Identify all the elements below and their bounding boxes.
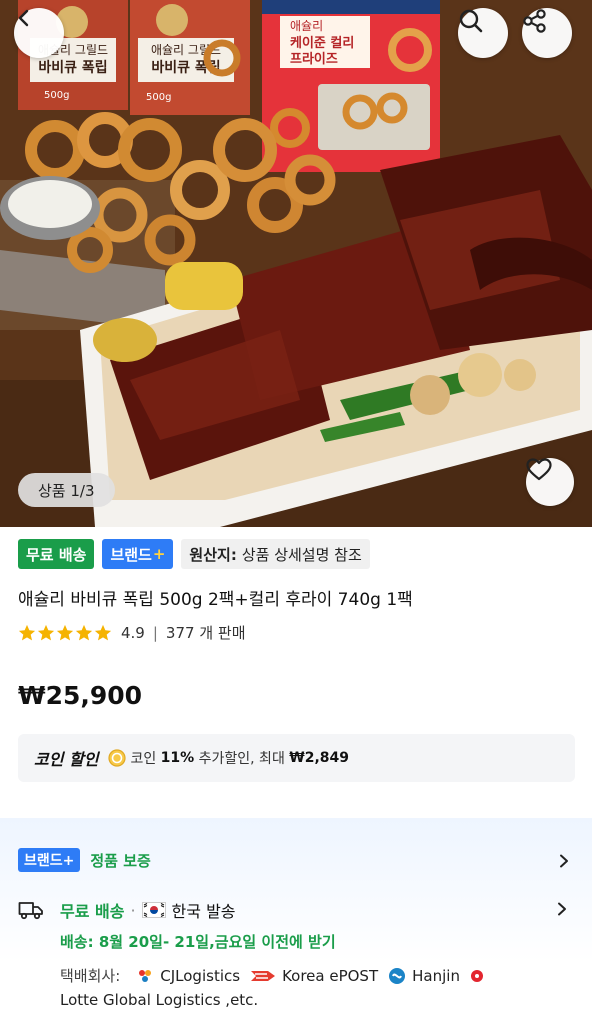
- share-icon: [523, 9, 546, 33]
- origin-value: 상품 상세설명 참조: [241, 545, 362, 564]
- star-rating: [18, 624, 112, 642]
- brand-guarantee-text: 정품 보증: [90, 851, 151, 870]
- star-icon: [75, 624, 93, 640]
- carrier-list: 택배회사: CJLogistics Korea ePOST Hanjin Lot…: [60, 964, 580, 1012]
- package-2: 애슐리 그릴드 바비큐 폭립 500g: [130, 0, 250, 115]
- badge-row: 무료 배송 브랜드 + 원산지: 상품 상세설명 참조: [18, 539, 370, 569]
- chevron-left-icon: [18, 9, 29, 27]
- rating-separator: |: [152, 623, 158, 642]
- product-image-carousel[interactable]: 애슐리 그릴드 바비큐 폭립 500g 애슐리 그릴드 바비큐 폭립 500g …: [0, 0, 592, 527]
- origin-badge: 원산지: 상품 상세설명 참조: [181, 539, 370, 569]
- image-counter: 상품 1/3: [18, 473, 115, 507]
- ship-origin: 한국 발송: [171, 902, 236, 921]
- chevron-right-icon[interactable]: [555, 902, 569, 916]
- package-2-weight: 500g: [146, 92, 171, 103]
- separator-dot: ·: [130, 900, 136, 920]
- carrier-lotte: Lotte Global Logistics ,etc.: [60, 991, 259, 1009]
- rating-value: 4.9: [121, 623, 145, 642]
- chevron-right-icon[interactable]: [557, 854, 571, 868]
- package-1-name: 바비큐 폭립: [38, 60, 107, 76]
- lotte-logo-icon: [470, 970, 483, 982]
- star-icon: [94, 624, 112, 640]
- korea-post-logo-icon: [251, 971, 276, 981]
- rating-row[interactable]: 4.9 | 377 개 판매: [18, 622, 246, 643]
- package-1-weight: 500g: [44, 90, 69, 101]
- star-icon: [56, 624, 74, 640]
- brand-badge: 브랜드 +: [102, 539, 174, 569]
- wishlist-button[interactable]: [526, 458, 574, 506]
- coin-icon: [108, 749, 127, 767]
- package-3-name-2: 프라이즈: [290, 51, 338, 67]
- search-icon: [459, 9, 483, 33]
- sales-count: 377 개 판매: [165, 624, 246, 642]
- truck-icon: [18, 902, 43, 920]
- cj-logo-icon: [139, 970, 152, 982]
- carrier-cj: CJLogistics: [160, 967, 241, 985]
- package-3-name-1: 케이준 컬리: [290, 35, 354, 51]
- search-button[interactable]: [458, 8, 508, 58]
- coin-max: ₩2,849: [289, 750, 350, 766]
- product-photo: 애슐리 그릴드 바비큐 폭립 500g 애슐리 그릴드 바비큐 폭립 500g …: [0, 0, 592, 527]
- brand-badge-label: 브랜드: [110, 545, 152, 564]
- free-shipping-text: 무료 배송: [60, 902, 125, 921]
- shipping-row[interactable]: 무료 배송 · 한국 발송: [18, 898, 236, 922]
- star-icon: [18, 624, 36, 640]
- brand-badge-plus: +: [152, 545, 166, 563]
- hanjin-logo-icon: [389, 968, 406, 984]
- free-shipping-badge: 무료 배송: [18, 539, 95, 569]
- brand-guarantee-row[interactable]: 브랜드+ 정품 보증: [18, 848, 151, 872]
- delivery-eta: 배송: 8월 20일- 21일,금요일 이전에 받기: [60, 933, 336, 951]
- carrier-label: 택배회사:: [60, 967, 121, 985]
- star-icon: [37, 624, 55, 640]
- coin-text-prefix: 코인: [130, 751, 157, 767]
- origin-label: 원산지:: [189, 545, 237, 564]
- product-title: 애슐리 바비큐 폭립 500g 2팩+컬리 후라이 740g 1팩: [18, 590, 413, 610]
- product-price: ₩25,900: [18, 681, 143, 710]
- share-button[interactable]: [522, 8, 572, 58]
- coin-discount-box[interactable]: 코인 할인 코인 11% 추가할인, 최대 ₩2,849: [18, 734, 575, 782]
- heart-icon: [526, 458, 552, 481]
- carrier-korea-post: Korea ePOST: [282, 967, 379, 985]
- brand-guarantee-tag: 브랜드+: [18, 848, 81, 872]
- coin-percent: 11%: [160, 750, 195, 766]
- coin-discount-title: 코인 할인: [34, 750, 99, 769]
- package-3-brand: 애슐리: [290, 19, 323, 33]
- carrier-hanjin: Hanjin: [412, 967, 460, 985]
- korea-flag-icon: [141, 902, 166, 918]
- back-button[interactable]: [14, 8, 64, 58]
- coin-text-mid: 추가할인, 최대: [198, 751, 285, 767]
